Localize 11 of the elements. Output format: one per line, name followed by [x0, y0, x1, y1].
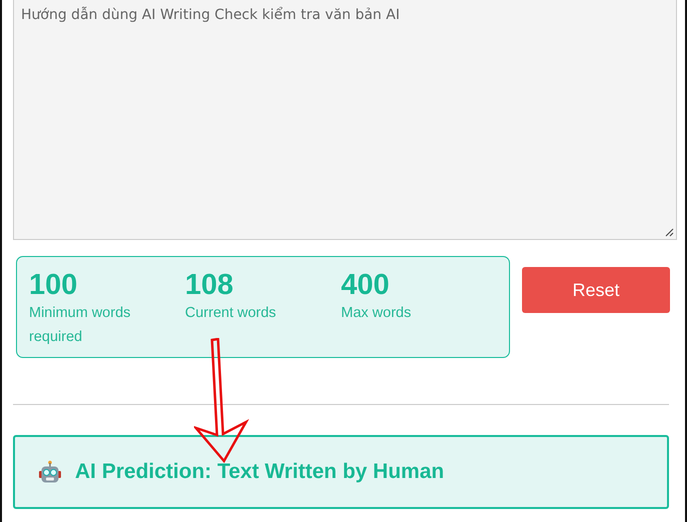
stat-label: Max words: [341, 304, 412, 323]
stat-value: 108: [185, 269, 234, 301]
stat-label: Minimum words required: [29, 304, 132, 347]
stat-label: Current words: [185, 304, 278, 323]
reset-button[interactable]: Reset: [522, 267, 670, 313]
text-input-field[interactable]: Hướng dẫn dùng AI Writing Check kiểm tra văn bản AI: [13, 0, 677, 240]
robot-icon: [39, 460, 61, 484]
stat-value: 100: [29, 269, 78, 301]
stat-value: 400: [341, 269, 390, 301]
resize-grip-icon[interactable]: [665, 228, 674, 237]
prediction-text: AI Prediction: Text Written by Human: [75, 460, 444, 484]
